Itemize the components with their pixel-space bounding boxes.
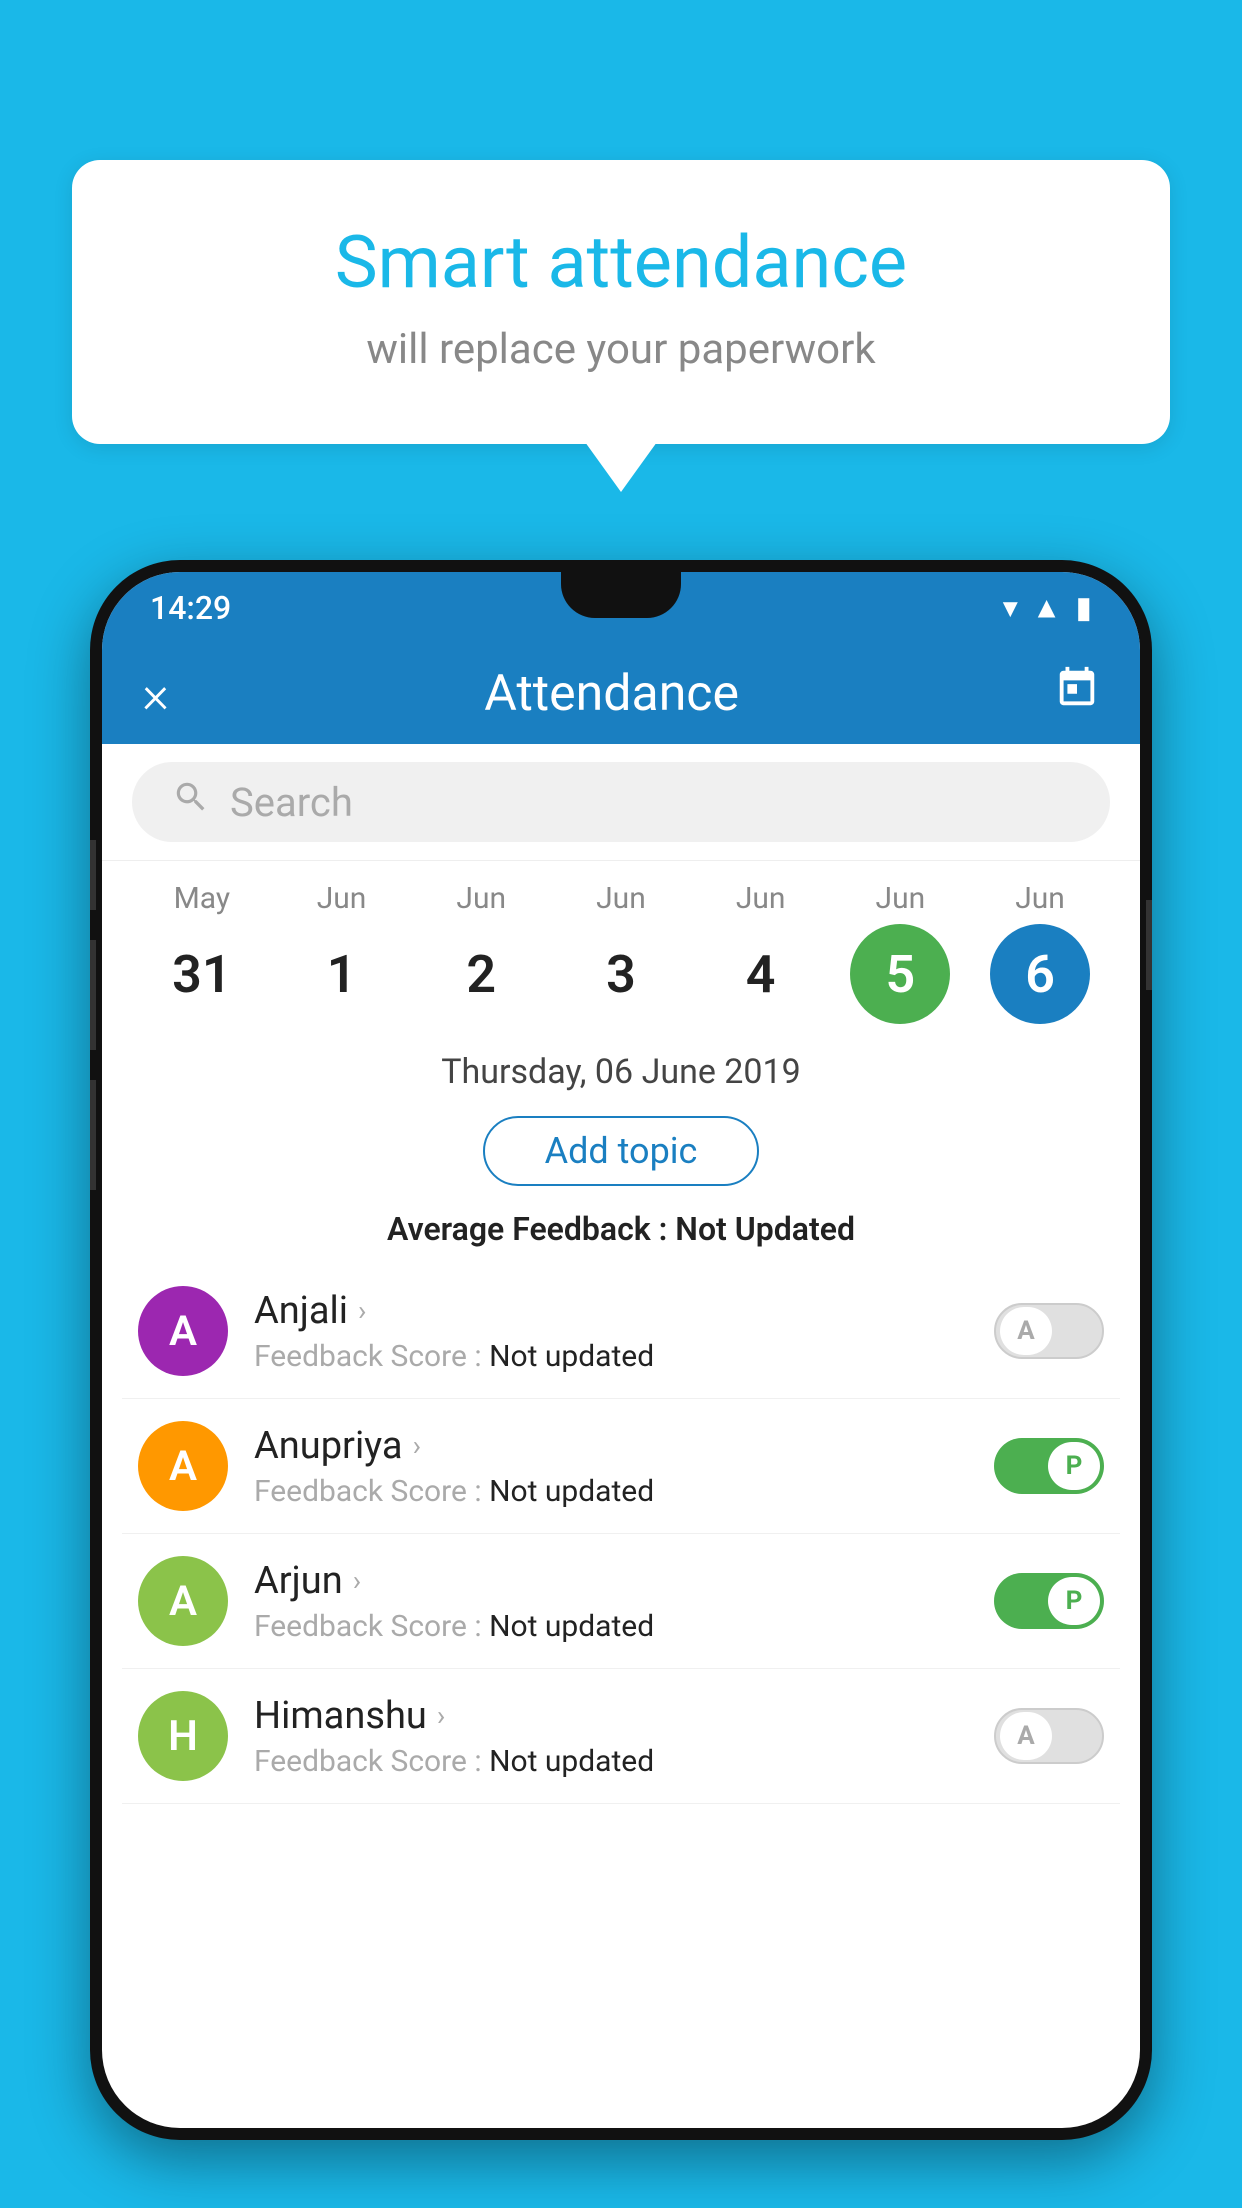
calendar-day-6[interactable]: Jun 6 bbox=[980, 881, 1100, 1024]
attendance-toggle[interactable]: P bbox=[994, 1573, 1104, 1629]
attendance-toggle[interactable]: A bbox=[994, 1303, 1104, 1359]
cal-day-number: 2 bbox=[431, 924, 531, 1024]
feedback-score: Feedback Score : Not updated bbox=[254, 1744, 994, 1779]
cal-day-number: 4 bbox=[711, 924, 811, 1024]
search-placeholder: Search bbox=[230, 779, 353, 826]
search-icon bbox=[172, 778, 210, 826]
chevron-icon: › bbox=[358, 1294, 366, 1327]
student-name[interactable]: Anjali › bbox=[254, 1289, 994, 1333]
attendance-toggle[interactable]: P bbox=[994, 1438, 1104, 1494]
cal-day-number: 5 bbox=[850, 924, 950, 1024]
student-info: Himanshu › Feedback Score : Not updated bbox=[254, 1694, 994, 1779]
side-button-left-1 bbox=[90, 840, 96, 910]
calendar-day-0[interactable]: May 31 bbox=[142, 881, 262, 1024]
speech-bubble: Smart attendance will replace your paper… bbox=[72, 160, 1170, 444]
toggle-container: P bbox=[994, 1573, 1104, 1629]
avatar: A bbox=[138, 1421, 228, 1511]
search-container: Search bbox=[102, 744, 1140, 861]
battery-icon: ▮ bbox=[1075, 591, 1092, 626]
status-icons: ▾ ▲ ▮ bbox=[1003, 591, 1092, 626]
side-button-left-3 bbox=[90, 1080, 96, 1190]
selected-date: Thursday, 06 June 2019 bbox=[102, 1024, 1140, 1102]
add-topic-container: Add topic bbox=[102, 1102, 1140, 1200]
calendar-row: May 31 Jun 1 Jun 2 Jun 3 Jun 4 Jun 5 Jun 6 bbox=[102, 861, 1140, 1024]
calendar-day-3[interactable]: Jun 3 bbox=[561, 881, 681, 1024]
close-button[interactable]: × bbox=[142, 664, 169, 725]
add-topic-button[interactable]: Add topic bbox=[483, 1116, 760, 1186]
toggle-knob: P bbox=[1048, 1577, 1100, 1625]
feedback-score: Feedback Score : Not updated bbox=[254, 1474, 994, 1509]
toggle-knob: P bbox=[1048, 1442, 1100, 1490]
cal-month-label: May bbox=[174, 881, 230, 916]
notch bbox=[561, 572, 681, 618]
side-button-left-2 bbox=[90, 940, 96, 1050]
bubble-subtitle: will replace your paperwork bbox=[152, 325, 1090, 374]
cal-month-label: Jun bbox=[876, 881, 926, 916]
student-item-0: AAnjali ›Feedback Score : Not updatedA bbox=[122, 1264, 1120, 1399]
avg-feedback-value: Not Updated bbox=[675, 1210, 855, 1248]
chevron-icon: › bbox=[413, 1429, 421, 1462]
side-button-right bbox=[1146, 900, 1152, 990]
calendar-day-5[interactable]: Jun 5 bbox=[840, 881, 960, 1024]
cal-month-label: Jun bbox=[317, 881, 367, 916]
student-info: Anjali › Feedback Score : Not updated bbox=[254, 1289, 994, 1374]
student-name[interactable]: Anupriya › bbox=[254, 1424, 994, 1468]
student-name[interactable]: Himanshu › bbox=[254, 1694, 994, 1738]
chevron-icon: › bbox=[353, 1564, 361, 1597]
feedback-score: Feedback Score : Not updated bbox=[254, 1609, 994, 1644]
toggle-knob: A bbox=[1000, 1307, 1052, 1355]
search-bar[interactable]: Search bbox=[132, 762, 1110, 842]
toggle-container: A bbox=[994, 1708, 1104, 1764]
student-item-2: A Arjun › Feedback Score : Not updated P bbox=[122, 1534, 1120, 1669]
status-time: 14:29 bbox=[150, 589, 231, 627]
calendar-day-1[interactable]: Jun 1 bbox=[282, 881, 402, 1024]
avatar: H bbox=[138, 1691, 228, 1781]
app-header: × Attendance bbox=[102, 644, 1140, 744]
student-info: Anupriya › Feedback Score : Not updated bbox=[254, 1424, 994, 1509]
toggle-container: P bbox=[994, 1438, 1104, 1494]
avg-feedback-label: Average Feedback : bbox=[387, 1210, 667, 1248]
cal-day-number: 31 bbox=[152, 924, 252, 1024]
avatar: A bbox=[138, 1556, 228, 1646]
cal-day-number: 6 bbox=[990, 924, 1090, 1024]
student-info: Arjun › Feedback Score : Not updated bbox=[254, 1559, 994, 1644]
bubble-title: Smart attendance bbox=[152, 220, 1090, 305]
phone-frame: 14:29 ▾ ▲ ▮ × Attendance bbox=[90, 560, 1152, 2140]
chevron-icon: › bbox=[437, 1699, 445, 1732]
avg-feedback: Average Feedback : Not Updated bbox=[102, 1200, 1140, 1264]
student-name[interactable]: Arjun › bbox=[254, 1559, 994, 1603]
toggle-container: A bbox=[994, 1303, 1104, 1359]
calendar-day-2[interactable]: Jun 2 bbox=[421, 881, 541, 1024]
attendance-toggle[interactable]: A bbox=[994, 1708, 1104, 1764]
calendar-icon[interactable] bbox=[1054, 665, 1100, 723]
signal-icon: ▲ bbox=[1032, 591, 1062, 626]
cal-day-number: 3 bbox=[571, 924, 671, 1024]
phone-screen: 14:29 ▾ ▲ ▮ × Attendance bbox=[102, 572, 1140, 2128]
cal-day-number: 1 bbox=[292, 924, 392, 1024]
student-item-1: A Anupriya › Feedback Score : Not updated P bbox=[122, 1399, 1120, 1534]
speech-bubble-container: Smart attendance will replace your paper… bbox=[72, 160, 1170, 444]
cal-month-label: Jun bbox=[596, 881, 646, 916]
cal-month-label: Jun bbox=[736, 881, 786, 916]
wifi-icon: ▾ bbox=[1003, 591, 1018, 626]
feedback-score: Feedback Score : Not updated bbox=[254, 1339, 994, 1374]
student-list: AAnjali ›Feedback Score : Not updatedAAA… bbox=[102, 1264, 1140, 1804]
cal-month-label: Jun bbox=[1015, 881, 1065, 916]
student-item-3: H Himanshu › Feedback Score : Not updatedA bbox=[122, 1669, 1120, 1804]
toggle-knob: A bbox=[1000, 1712, 1052, 1760]
cal-month-label: Jun bbox=[456, 881, 506, 916]
avatar: A bbox=[138, 1286, 228, 1376]
header-title: Attendance bbox=[484, 665, 739, 723]
calendar-day-4[interactable]: Jun 4 bbox=[701, 881, 821, 1024]
